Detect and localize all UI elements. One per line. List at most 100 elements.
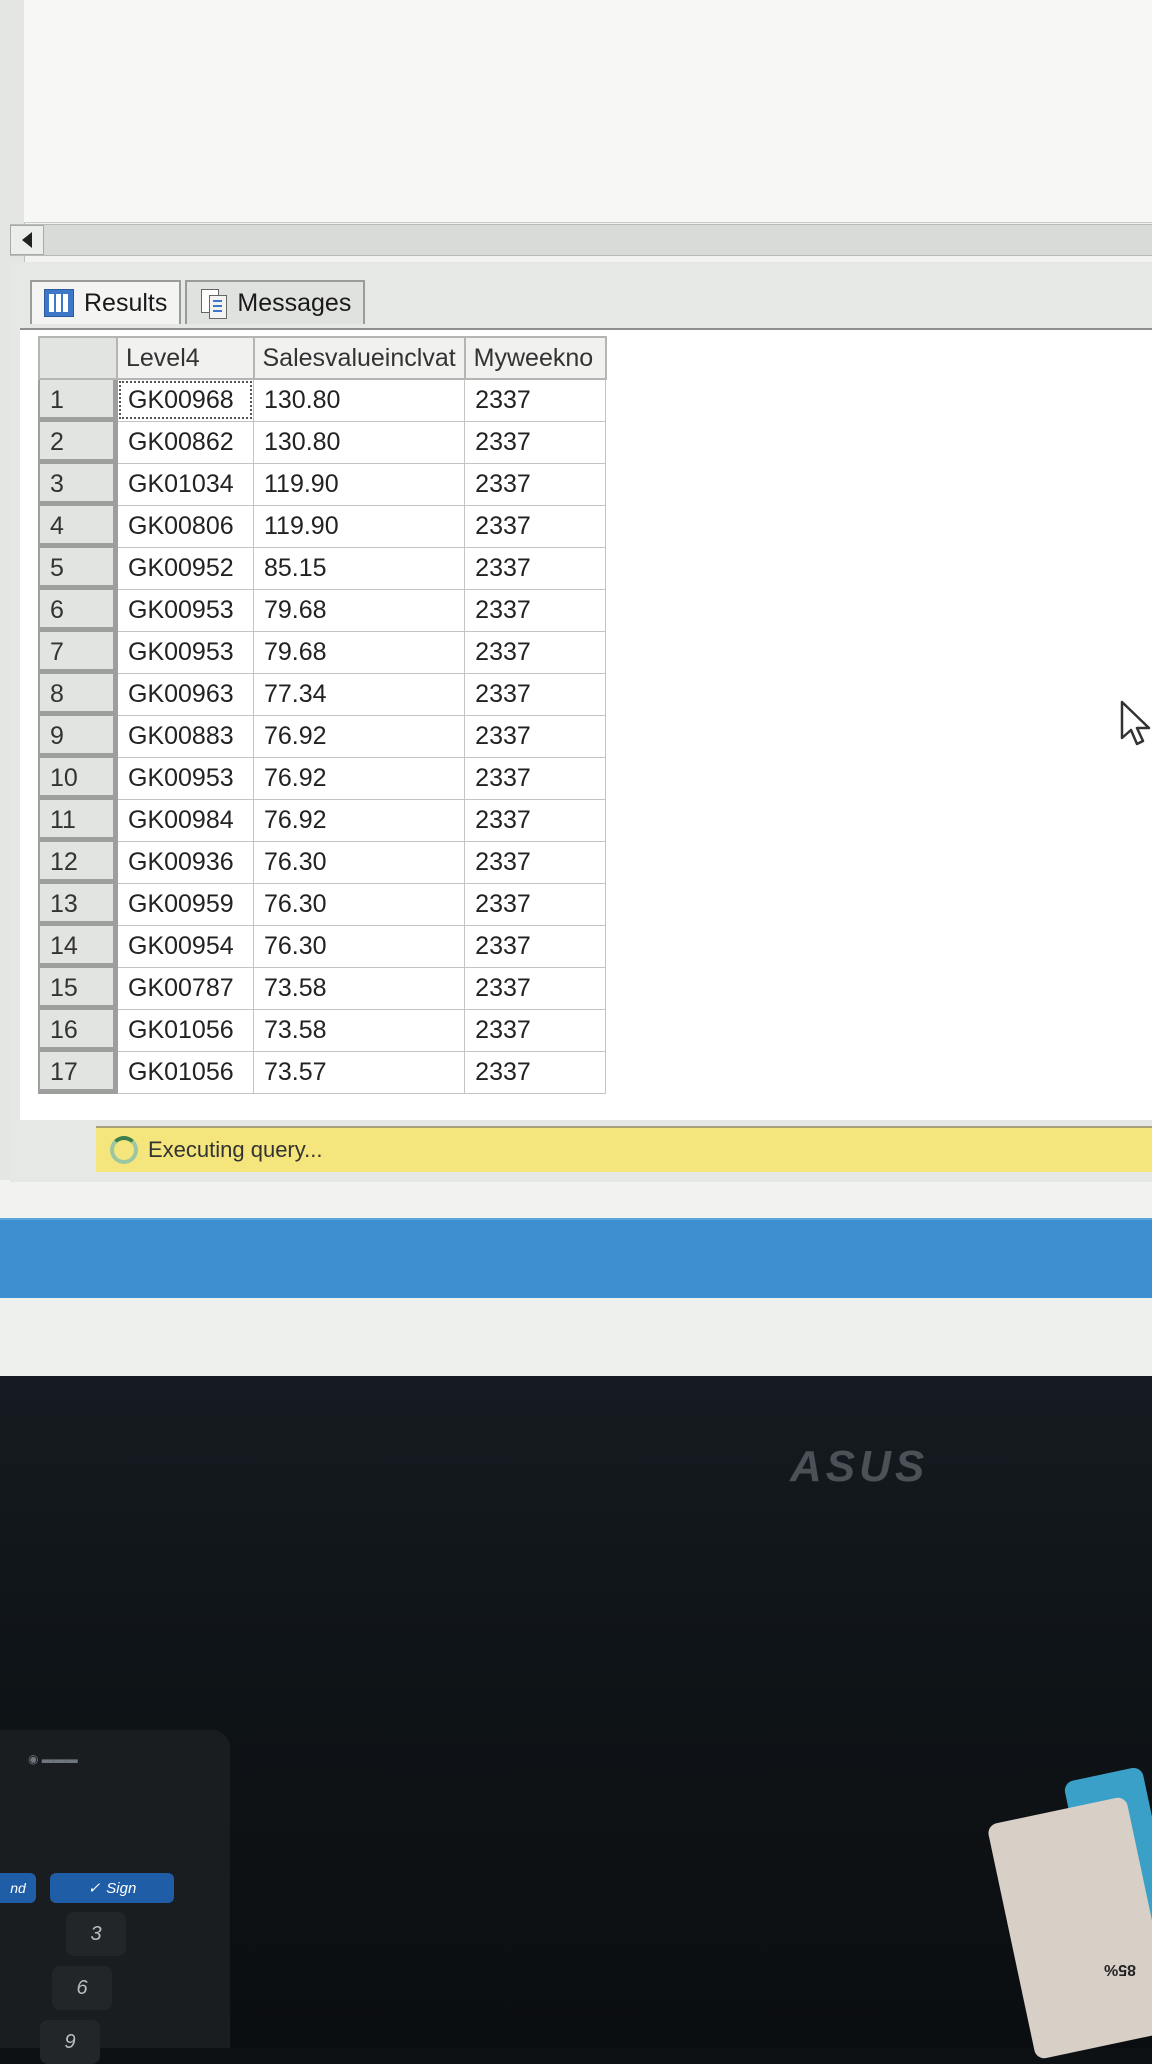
cell-myweekno[interactable]: 2337 xyxy=(464,462,607,506)
cell-myweekno[interactable]: 2337 xyxy=(464,840,607,884)
taskbar[interactable] xyxy=(0,1218,1152,1300)
cell-myweekno[interactable]: 2337 xyxy=(464,588,607,632)
cell-myweekno[interactable]: 2337 xyxy=(464,546,607,590)
cell-level4[interactable]: GK00787 xyxy=(116,966,254,1010)
row-number[interactable]: 17 xyxy=(38,1050,118,1094)
cell-level4[interactable]: GK00936 xyxy=(116,840,254,884)
table-row[interactable]: 3 GK01034 119.90 2337 xyxy=(38,462,607,506)
cell-salesvalueinclvat[interactable]: 119.90 xyxy=(252,462,466,506)
table-row[interactable]: 17 GK01056 73.57 2337 xyxy=(38,1050,607,1094)
row-number[interactable]: 3 xyxy=(38,462,118,506)
cell-myweekno[interactable]: 2337 xyxy=(464,966,607,1010)
cell-salesvalueinclvat[interactable]: 76.30 xyxy=(252,882,466,926)
table-row[interactable]: 14 GK00954 76.30 2337 xyxy=(38,924,607,968)
cell-level4[interactable]: GK01056 xyxy=(116,1050,254,1094)
cell-level4[interactable]: GK00953 xyxy=(116,756,254,800)
cell-myweekno[interactable]: 2337 xyxy=(464,1050,607,1094)
row-number[interactable]: 4 xyxy=(38,504,118,548)
scroll-left-button[interactable] xyxy=(10,225,44,255)
cell-salesvalueinclvat[interactable]: 79.68 xyxy=(252,588,466,632)
results-grid[interactable]: Level4 Salesvalueinclvat Myweekno 1 GK009… xyxy=(20,328,1152,1120)
cell-level4[interactable]: GK00883 xyxy=(116,714,254,758)
table-row[interactable]: 4 GK00806 119.90 2337 xyxy=(38,504,607,548)
cell-salesvalueinclvat[interactable]: 76.92 xyxy=(252,756,466,800)
cell-salesvalueinclvat[interactable]: 130.80 xyxy=(252,378,466,422)
row-number[interactable]: 13 xyxy=(38,882,118,926)
table-row[interactable]: 5 GK00952 85.15 2337 xyxy=(38,546,607,590)
cell-myweekno[interactable]: 2337 xyxy=(464,672,607,716)
cell-salesvalueinclvat[interactable]: 79.68 xyxy=(252,630,466,674)
cell-myweekno[interactable]: 2337 xyxy=(464,756,607,800)
table-row[interactable]: 8 GK00963 77.34 2337 xyxy=(38,672,607,716)
cell-myweekno[interactable]: 2337 xyxy=(464,924,607,968)
row-number[interactable]: 16 xyxy=(38,1008,118,1052)
table-row[interactable]: 11 GK00984 76.92 2337 xyxy=(38,798,607,842)
row-number[interactable]: 5 xyxy=(38,546,118,590)
cell-level4[interactable]: GK00953 xyxy=(116,588,254,632)
row-number[interactable]: 14 xyxy=(38,924,118,968)
cell-salesvalueinclvat[interactable]: 73.57 xyxy=(252,1050,466,1094)
cell-salesvalueinclvat[interactable]: 77.34 xyxy=(252,672,466,716)
table-row[interactable]: 2 GK00862 130.80 2337 xyxy=(38,420,607,464)
table-row[interactable]: 7 GK00953 79.68 2337 xyxy=(38,630,607,674)
terminal-key-9[interactable]: 9 xyxy=(40,2020,100,2064)
cell-level4[interactable]: GK00959 xyxy=(116,882,254,926)
terminal-key-6[interactable]: 6 xyxy=(52,1966,112,2010)
cell-myweekno[interactable]: 2337 xyxy=(464,882,607,926)
column-header-salesvalueinclvat[interactable]: Salesvalueinclvat xyxy=(252,336,466,380)
cell-myweekno[interactable]: 2337 xyxy=(464,630,607,674)
cell-myweekno[interactable]: 2337 xyxy=(464,504,607,548)
cell-salesvalueinclvat[interactable]: 76.92 xyxy=(252,798,466,842)
cell-myweekno[interactable]: 2337 xyxy=(464,420,607,464)
cell-myweekno[interactable]: 2337 xyxy=(464,714,607,758)
cell-level4[interactable]: GK00953 xyxy=(116,630,254,674)
table-row[interactable]: 13 GK00959 76.30 2337 xyxy=(38,882,607,926)
tab-messages[interactable]: Messages xyxy=(185,280,366,324)
cell-salesvalueinclvat[interactable]: 119.90 xyxy=(252,504,466,548)
cell-level4[interactable]: GK01034 xyxy=(116,462,254,506)
terminal-key-3[interactable]: 3 xyxy=(66,1912,126,1956)
query-editor[interactable] xyxy=(24,0,1152,223)
cell-salesvalueinclvat[interactable]: 76.30 xyxy=(252,840,466,884)
cell-myweekno[interactable]: 2337 xyxy=(464,798,607,842)
cell-myweekno[interactable]: 2337 xyxy=(464,378,607,422)
cell-salesvalueinclvat[interactable]: 85.15 xyxy=(252,546,466,590)
table-row[interactable]: 15 GK00787 73.58 2337 xyxy=(38,966,607,1010)
cell-salesvalueinclvat[interactable]: 76.30 xyxy=(252,924,466,968)
terminal-end-button[interactable]: nd xyxy=(0,1873,36,1903)
cell-myweekno[interactable]: 2337 xyxy=(464,1008,607,1052)
row-number[interactable]: 7 xyxy=(38,630,118,674)
cell-level4[interactable]: GK00862 xyxy=(116,420,254,464)
row-number[interactable]: 10 xyxy=(38,756,118,800)
table-row[interactable]: 9 GK00883 76.92 2337 xyxy=(38,714,607,758)
table-row[interactable]: 6 GK00953 79.68 2337 xyxy=(38,588,607,632)
table-row[interactable]: 16 GK01056 73.58 2337 xyxy=(38,1008,607,1052)
cell-level4[interactable]: GK00963 xyxy=(116,672,254,716)
column-header-level4[interactable]: Level4 xyxy=(116,336,255,380)
row-number[interactable]: 1 xyxy=(38,378,118,422)
cell-level4[interactable]: GK00984 xyxy=(116,798,254,842)
cell-level4[interactable]: GK00954 xyxy=(116,924,254,968)
horizontal-scrollbar[interactable] xyxy=(10,224,1152,256)
row-number[interactable]: 15 xyxy=(38,966,118,1010)
cell-salesvalueinclvat[interactable]: 73.58 xyxy=(252,966,466,1010)
table-row[interactable]: 12 GK00936 76.30 2337 xyxy=(38,840,607,884)
table-row[interactable]: 10 GK00953 76.92 2337 xyxy=(38,756,607,800)
grid-corner-header[interactable] xyxy=(38,336,118,380)
cell-salesvalueinclvat[interactable]: 73.58 xyxy=(252,1008,466,1052)
cell-level4[interactable]: GK00968 xyxy=(116,378,254,422)
row-number[interactable]: 12 xyxy=(38,840,118,884)
row-number[interactable]: 9 xyxy=(38,714,118,758)
cell-level4[interactable]: GK00952 xyxy=(116,546,254,590)
row-number[interactable]: 2 xyxy=(38,420,118,464)
row-number[interactable]: 11 xyxy=(38,798,118,842)
table-row[interactable]: 1 GK00968 130.80 2337 xyxy=(38,378,607,422)
cell-level4[interactable]: GK01056 xyxy=(116,1008,254,1052)
row-number[interactable]: 8 xyxy=(38,672,118,716)
cell-salesvalueinclvat[interactable]: 76.92 xyxy=(252,714,466,758)
terminal-sign-button[interactable]: ✓ Sign xyxy=(50,1873,174,1903)
row-number[interactable]: 6 xyxy=(38,588,118,632)
cell-salesvalueinclvat[interactable]: 130.80 xyxy=(252,420,466,464)
tab-results[interactable]: Results xyxy=(30,280,182,324)
cell-level4[interactable]: GK00806 xyxy=(116,504,254,548)
